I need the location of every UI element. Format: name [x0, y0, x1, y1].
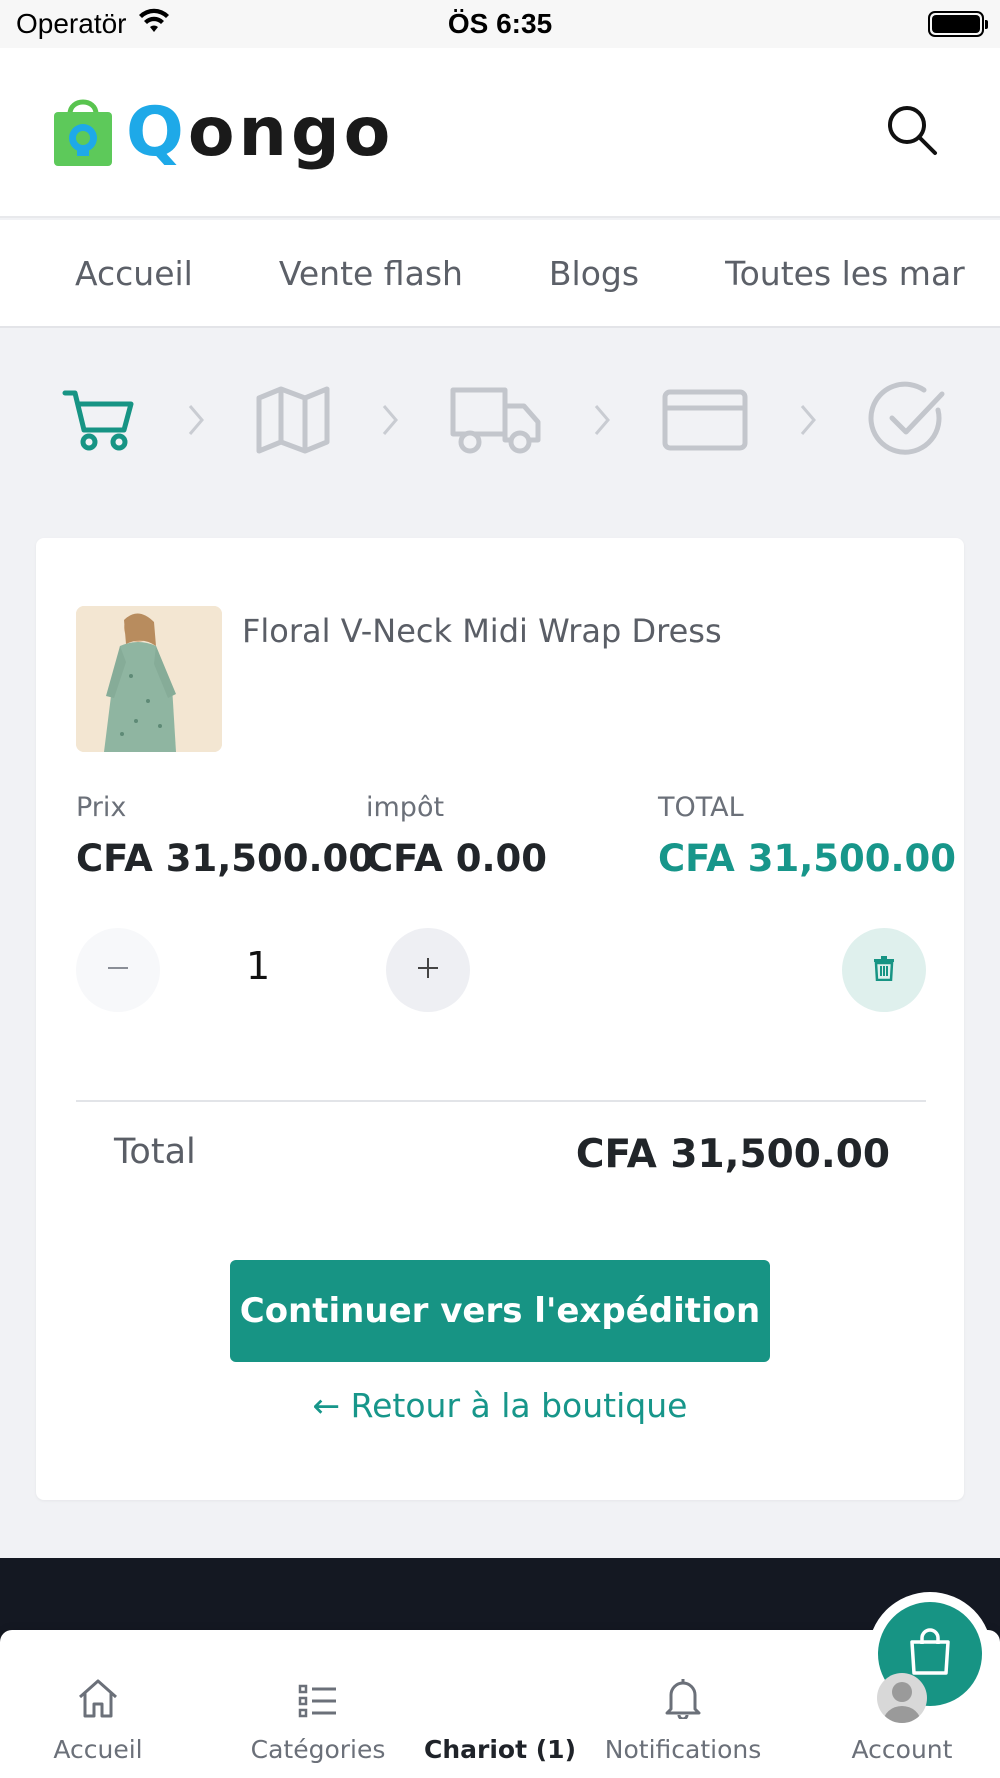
checkout-steps	[0, 330, 1000, 510]
logo-letter: Q	[126, 92, 188, 172]
item-total-value: CFA 31,500.00	[658, 837, 957, 880]
main-nav: Accueil Vente flash Blogs Toutes les mar…	[0, 220, 1000, 328]
logo-text: ongo	[187, 92, 395, 172]
header: Q ongo	[0, 48, 1000, 218]
truck-icon	[450, 384, 542, 456]
tab-account-label: Account	[851, 1735, 953, 1764]
carrier-label: Operatör	[16, 8, 127, 39]
summary-total-row: Total CFA 31,500.00	[114, 1126, 890, 1178]
home-icon	[76, 1677, 120, 1723]
tax-label: impôt	[366, 792, 445, 823]
nav-item-vente-flash[interactable]: Vente flash	[279, 254, 463, 293]
decrease-quantity-button[interactable]	[76, 928, 160, 1012]
chevron-right-icon	[582, 400, 622, 440]
plus-icon	[416, 956, 440, 984]
tab-categories-label: Catégories	[250, 1735, 386, 1764]
divider	[76, 1100, 926, 1102]
battery-icon	[928, 11, 988, 37]
cart-icon[interactable]	[62, 388, 136, 452]
chevron-right-icon	[370, 400, 410, 440]
wifi-icon	[137, 8, 171, 41]
tab-home-label: Accueil	[53, 1735, 143, 1764]
summary-total-label: Total	[114, 1131, 196, 1172]
minus-icon	[106, 956, 130, 984]
quantity-value[interactable]: 1	[246, 944, 270, 988]
map-icon	[256, 386, 330, 454]
tax-value: CFA 0.00	[366, 837, 547, 880]
logo[interactable]: Q ongo	[50, 92, 394, 172]
tab-home[interactable]: Accueil	[42, 1630, 154, 1778]
chevron-right-icon	[788, 400, 828, 440]
price-row: Prix CFA 31,500.00 impôt CFA 0.00 TOTAL …	[76, 792, 956, 882]
increase-quantity-button[interactable]	[386, 928, 470, 1012]
credit-card-icon	[662, 389, 748, 451]
bell-icon	[665, 1677, 701, 1723]
continue-to-shipping-button[interactable]: Continuer vers l'expédition	[230, 1260, 770, 1362]
tab-cart[interactable]: Chariot (1)	[424, 1592, 992, 1778]
list-icon	[298, 1683, 338, 1723]
cart-item: Floral V-Neck Midi Wrap Dress	[76, 606, 722, 752]
trash-icon	[873, 955, 895, 985]
chevron-right-icon	[176, 400, 216, 440]
nav-item-accueil[interactable]: Accueil	[75, 254, 193, 293]
tab-notifications-label: Notifications	[604, 1735, 762, 1764]
total-label: TOTAL	[658, 792, 744, 823]
status-bar: Operatör ÖS 6:35	[0, 0, 1000, 48]
price-label: Prix	[76, 792, 127, 823]
tab-account[interactable]: Account	[846, 1630, 958, 1778]
shopping-bag-logo-icon	[50, 92, 116, 172]
summary-total-value: CFA 31,500.00	[575, 1132, 890, 1177]
bottom-tab-bar: Accueil Catégories Chariot (1) Notificat…	[0, 1592, 1000, 1778]
check-circle-icon	[868, 380, 948, 460]
delete-item-button[interactable]	[842, 928, 926, 1012]
nav-item-blogs[interactable]: Blogs	[549, 254, 639, 293]
back-to-shop-link[interactable]: ← Retour à la boutique	[36, 1386, 964, 1425]
search-icon	[884, 102, 940, 162]
tab-categories[interactable]: Catégories	[248, 1630, 388, 1778]
product-image[interactable]	[76, 606, 222, 752]
tab-cart-label: Chariot (1)	[424, 1735, 576, 1764]
avatar	[877, 1673, 927, 1723]
product-name[interactable]: Floral V-Neck Midi Wrap Dress	[242, 612, 722, 752]
quantity-stepper: 1	[76, 928, 926, 1012]
search-button[interactable]	[882, 102, 942, 162]
nav-item-marques[interactable]: Toutes les marques	[725, 254, 965, 293]
tab-notifications[interactable]: Notifications	[604, 1630, 762, 1778]
price-value: CFA 31,500.00	[76, 837, 375, 880]
cart-card: Floral V-Neck Midi Wrap Dress Prix CFA 3…	[36, 538, 964, 1500]
